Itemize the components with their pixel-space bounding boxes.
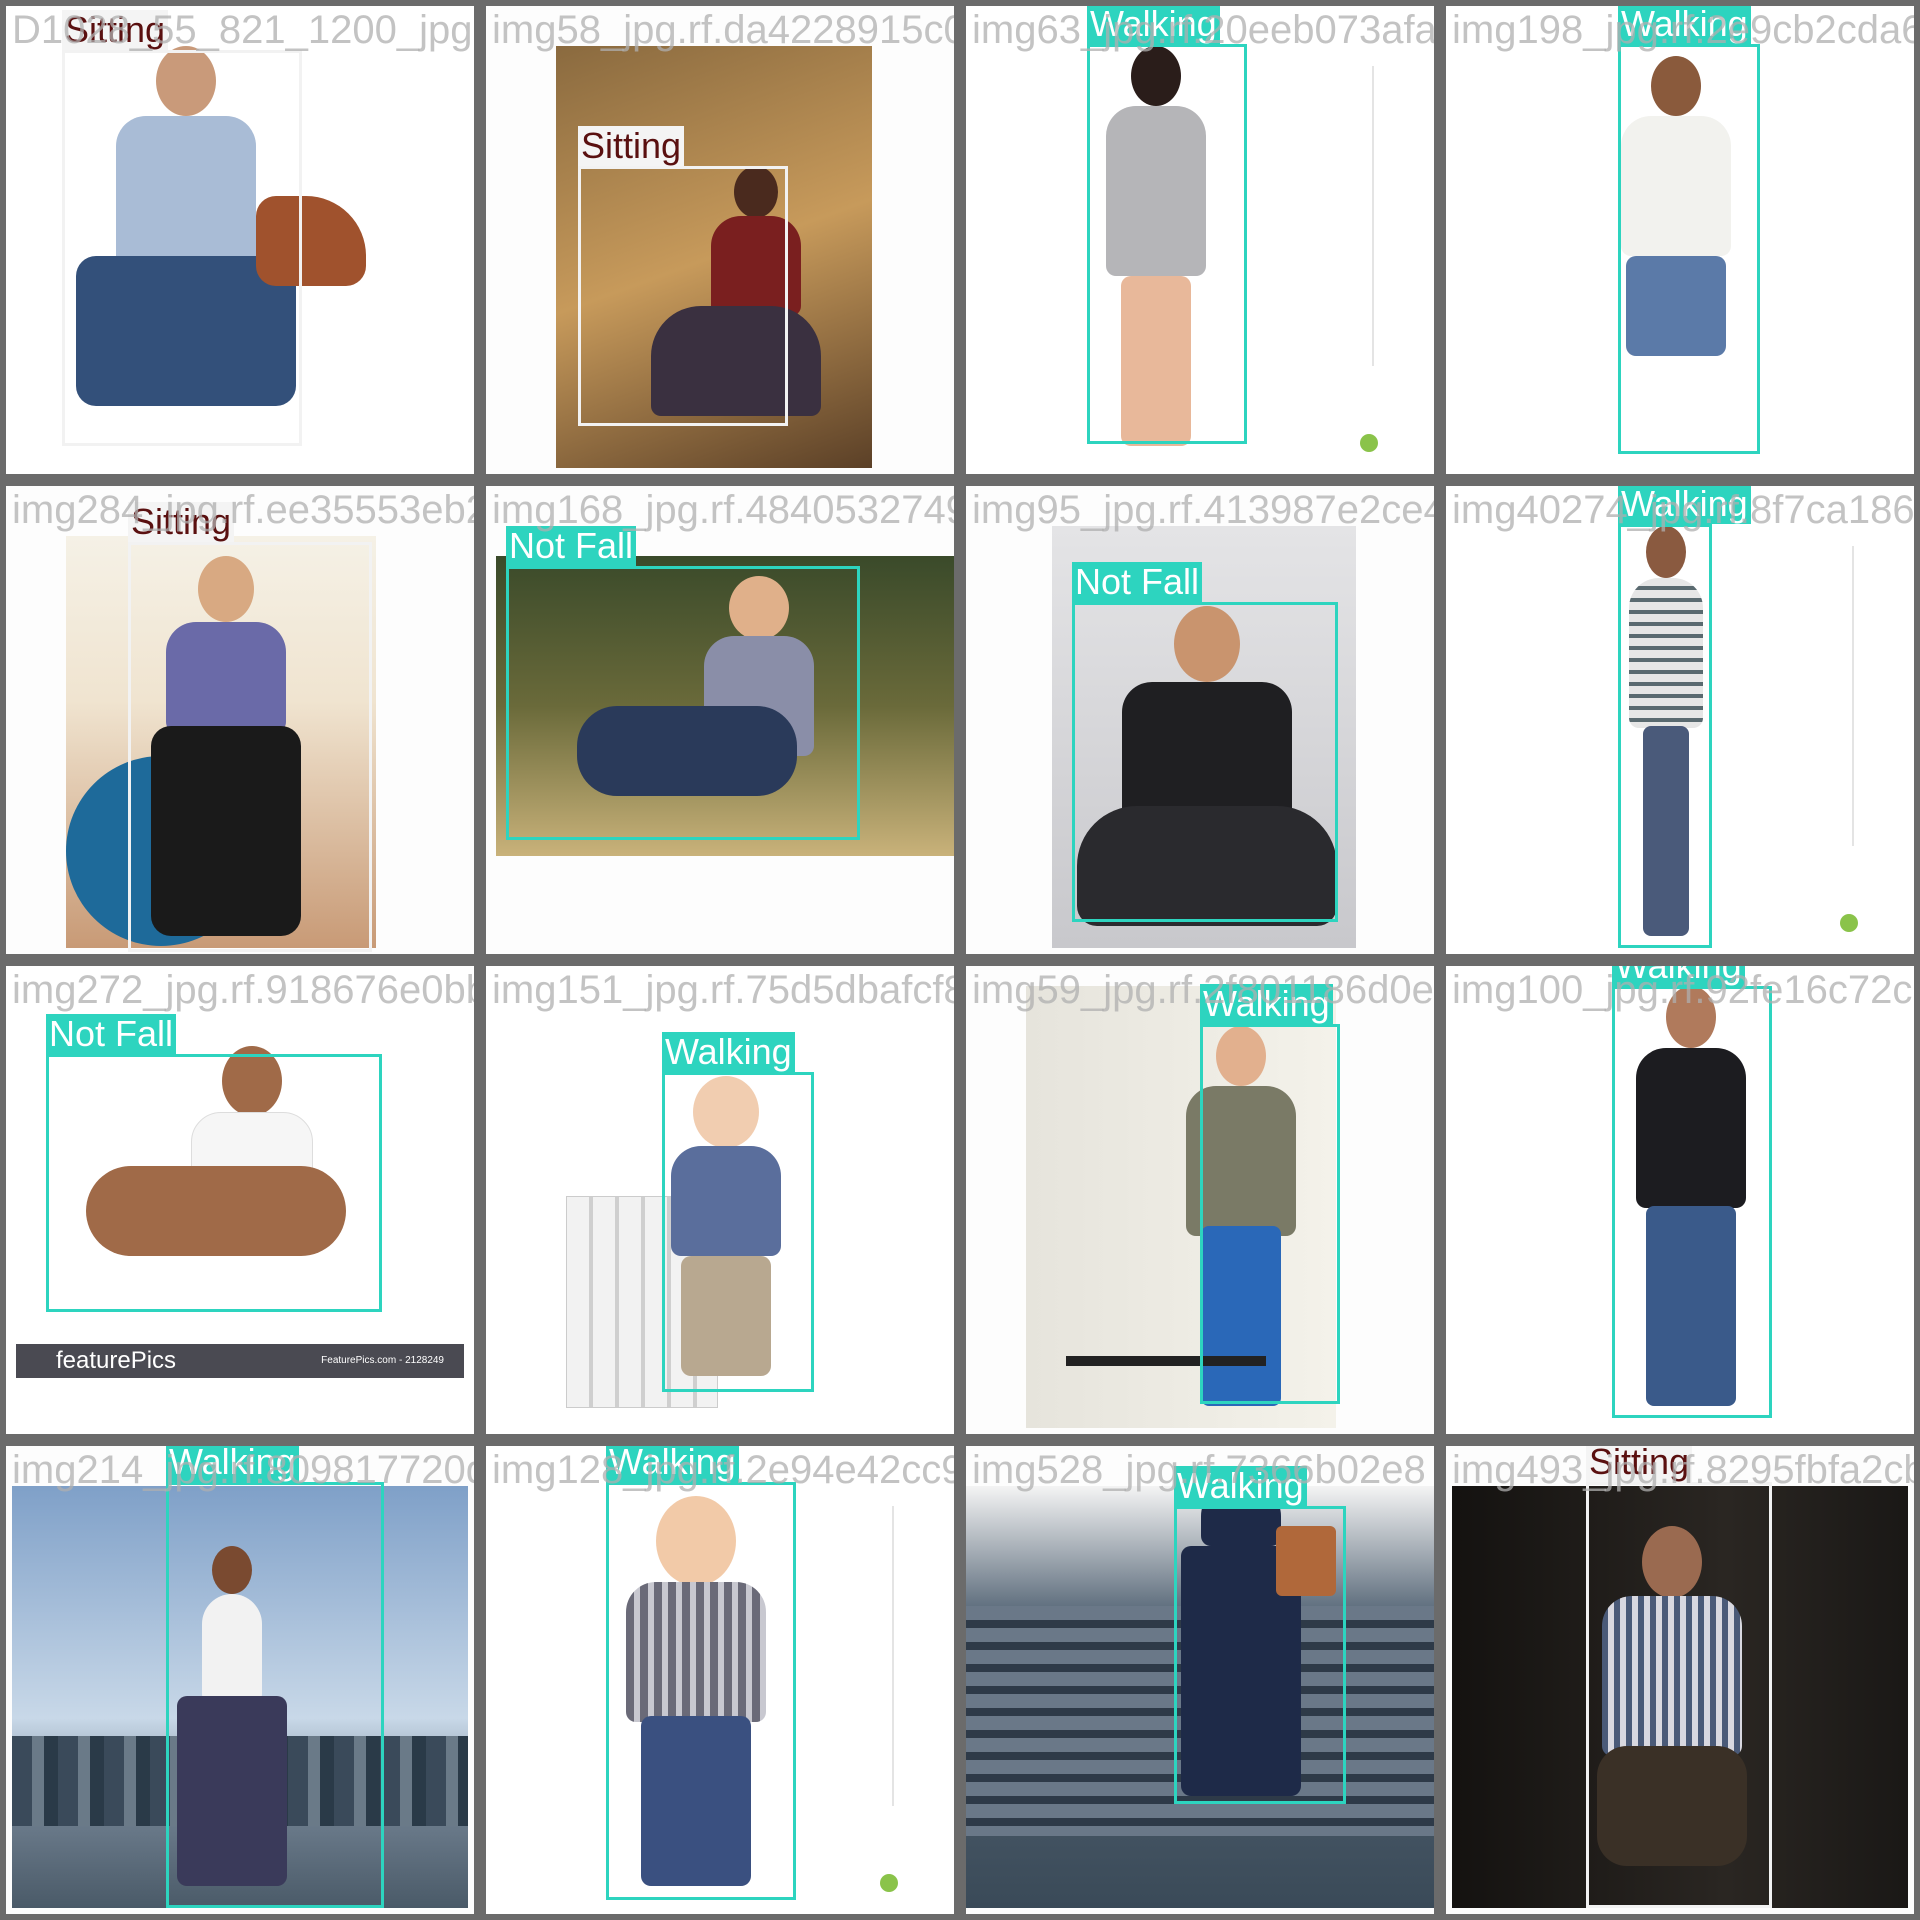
class-label: Walking	[662, 1032, 795, 1072]
bounding-box: Walking	[662, 1032, 814, 1392]
class-label: Sitting	[578, 126, 685, 166]
filename-caption: img59_jpg.rf.2f801186d0e9	[972, 968, 1440, 1012]
filename-caption: img40274_jpg.rf.8f7ca1864	[1452, 488, 1920, 532]
filename-caption: img528_jpg.rf.7366b02e8	[972, 1448, 1426, 1492]
mosaic-tile[interactable]: featurePics FeaturePics.com - 2128249 No…	[0, 960, 480, 1440]
bounding-box: Not Fall	[46, 1014, 382, 1312]
mosaic-tile[interactable]: Walking img63_jpg.rf.20eeb073afa741d982	[960, 0, 1440, 480]
stock-brand: featurePics	[56, 1347, 177, 1374]
mosaic-tile[interactable]: Walking img59_jpg.rf.2f801186d0e9	[960, 960, 1440, 1440]
bounding-box: Walking	[1618, 6, 1760, 454]
stock-badge-icon	[1840, 914, 1858, 932]
filename-caption: img151_jpg.rf.75d5dbafcf8e2a5ffe	[492, 968, 954, 1012]
bounding-box: Not Fall	[506, 526, 860, 840]
bounding-box: Sitting	[128, 502, 372, 952]
mosaic-tile[interactable]: Not Fall img95_jpg.rf.413987e2ce4286b1b3	[960, 480, 1440, 960]
filename-caption: img214_jpg.rf.809817720db9c	[12, 1448, 474, 1492]
mosaic-tile[interactable]: Walking img151_jpg.rf.75d5dbafcf8e2a5ffe	[480, 960, 960, 1440]
filename-caption: img493_jpg.rf.8295fbfa2cb7	[1452, 1448, 1920, 1492]
bounding-box: Walking	[606, 1446, 796, 1900]
mosaic-tile[interactable]: Sitting D1028_55_821_1200_jpg.rf.2e9168f…	[0, 0, 480, 480]
bounding-box: Walking	[1174, 1466, 1346, 1804]
filename-caption: img168_jpg.rf.4840532749b3ac29	[492, 488, 954, 532]
mosaic-tile[interactable]: Sitting img58_jpg.rf.da4228915c0af3475	[480, 0, 960, 480]
filename-caption: img63_jpg.rf.20eeb073afa741d982	[972, 8, 1437, 52]
stock-watermark-strip	[1852, 546, 1854, 846]
class-label: Not Fall	[506, 526, 637, 566]
filename-caption: img272_jpg.rf.918676e0bb5d	[12, 968, 474, 1012]
bounding-box: Walking	[1087, 6, 1247, 444]
stock-footer: featurePics FeaturePics.com - 2128249	[16, 1344, 464, 1378]
mosaic-tile[interactable]: Walking img214_jpg.rf.809817720db9c	[0, 1440, 480, 1920]
bounding-box: Sitting	[578, 126, 788, 426]
bounding-box: Walking	[1618, 486, 1751, 948]
stock-watermark-strip	[1372, 66, 1374, 366]
bounding-box: Walking	[1612, 966, 1772, 1418]
class-label: Not Fall	[46, 1014, 177, 1054]
filename-caption: img198_jpg.rf.2e9cb2cda617b307	[1452, 8, 1920, 52]
filename-caption: img95_jpg.rf.413987e2ce4286b1b3	[972, 488, 1434, 532]
filename-caption: img58_jpg.rf.da4228915c0af3475	[492, 8, 954, 52]
bounding-box: Not Fall	[1072, 562, 1338, 922]
filename-caption: img128_jpg.rf.2e94e42cc9428	[492, 1448, 954, 1492]
stock-credit: FeaturePics.com - 2128249	[321, 1355, 444, 1366]
filename-caption: img284_jpg.rf.ee35553eb2c5f1683454b48313	[12, 488, 474, 532]
mosaic-tile[interactable]: Sitting img493_jpg.rf.8295fbfa2cb7	[1440, 1440, 1920, 1920]
mosaic-tile[interactable]: Walking img198_jpg.rf.2e9cb2cda617b307	[1440, 0, 1920, 480]
bounding-box: Walking	[166, 1446, 384, 1908]
mosaic-tile[interactable]: Walking img100_jpg.rf.92fe16c72c	[1440, 960, 1920, 1440]
bounding-box: Walking	[1200, 984, 1340, 1404]
mosaic-tile[interactable]: Not Fall img168_jpg.rf.4840532749b3ac29	[480, 480, 960, 960]
mosaic-tile[interactable]: Walking img128_jpg.rf.2e94e42cc9428	[480, 1440, 960, 1920]
filename-caption: D1028_55_821_1200_jpg.rf.2e9168f562c97ba…	[12, 8, 474, 52]
stock-badge-icon	[1360, 434, 1378, 452]
stock-badge-icon	[880, 1874, 898, 1892]
bounding-box: Sitting	[1586, 1446, 1772, 1908]
mosaic-tile[interactable]: Walking img528_jpg.rf.7366b02e8	[960, 1440, 1440, 1920]
mosaic-tile[interactable]: Walking img40274_jpg.rf.8f7ca1864	[1440, 480, 1920, 960]
stock-watermark-strip	[892, 1506, 894, 1806]
bounding-box: Sitting	[62, 10, 302, 446]
class-label: Not Fall	[1072, 562, 1203, 602]
mosaic-tile[interactable]: Sitting img284_jpg.rf.ee35553eb2c5f16834…	[0, 480, 480, 960]
filename-caption: img100_jpg.rf.92fe16c72c	[1452, 968, 1913, 1012]
image-mosaic: Sitting D1028_55_821_1200_jpg.rf.2e9168f…	[0, 0, 1920, 1920]
